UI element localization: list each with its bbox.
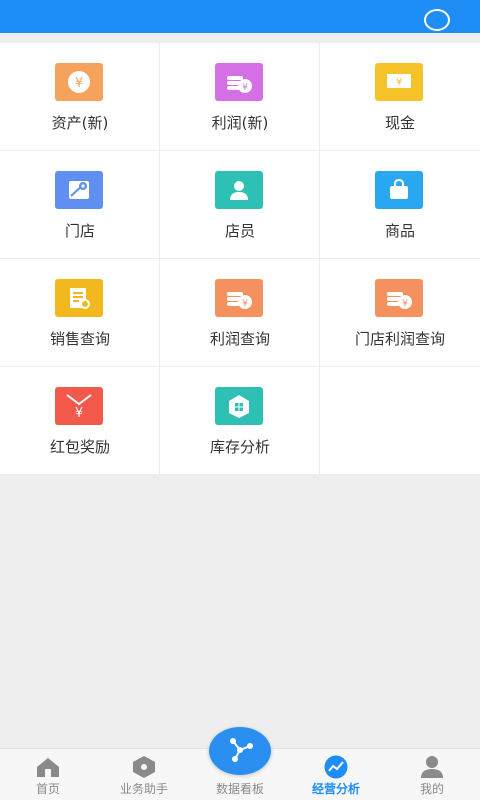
grid-item-label: 销售查询 bbox=[49, 330, 110, 348]
grid-item-label: 现金 bbox=[384, 114, 415, 132]
map-pin-icon bbox=[55, 171, 103, 209]
coin-stack-icon: ¥ bbox=[215, 63, 263, 101]
grid-item-label: 资产(新) bbox=[51, 114, 109, 132]
grid-item-stores[interactable]: 门店 bbox=[0, 151, 160, 259]
coin-stack-icon: ¥ bbox=[215, 279, 263, 317]
grid-item-label: 库存分析 bbox=[209, 438, 270, 456]
grid-item-label: 利润查询 bbox=[209, 330, 270, 348]
svg-text:¥: ¥ bbox=[396, 77, 402, 88]
chart-line-icon bbox=[322, 755, 350, 779]
grid-item-assets[interactable]: ¥ 资产(新) bbox=[0, 43, 160, 151]
grid-item-cash[interactable]: ¥ 现金 bbox=[320, 43, 480, 151]
document-search-icon bbox=[55, 279, 103, 317]
tab-label: 数据看板 bbox=[215, 782, 264, 796]
grid-item-goods[interactable]: 商品 bbox=[320, 151, 480, 259]
coin-stack-icon: ¥ bbox=[375, 279, 423, 317]
banknote-icon: ¥ bbox=[375, 63, 423, 101]
grid-item-profit-query[interactable]: ¥ 利润查询 bbox=[160, 259, 320, 367]
grid-empty-cell bbox=[320, 367, 480, 475]
grid-item-red-envelope[interactable]: ¥ 红包奖励 bbox=[0, 367, 160, 475]
grid-item-inventory-analysis[interactable]: 库存分析 bbox=[160, 367, 320, 475]
svg-text:¥: ¥ bbox=[242, 83, 248, 93]
tab-label: 首页 bbox=[35, 782, 60, 796]
bottom-tab-bar: 首页 业务助手 数据看板 经营分析 我的 bbox=[0, 727, 480, 800]
tab-business-assistant[interactable]: 业务助手 bbox=[96, 749, 192, 800]
tab-label: 我的 bbox=[419, 782, 444, 796]
share-network-icon bbox=[223, 734, 257, 768]
tab-business-analysis[interactable]: 经营分析 bbox=[288, 749, 384, 800]
tab-mine[interactable]: 我的 bbox=[384, 749, 480, 800]
money-coin-icon: ¥ bbox=[55, 63, 103, 101]
svg-text:¥: ¥ bbox=[242, 299, 248, 309]
red-envelope-icon: ¥ bbox=[55, 387, 103, 425]
svg-text:¥: ¥ bbox=[75, 76, 83, 91]
tab-label: 业务助手 bbox=[119, 782, 168, 796]
data-dashboard-center-button[interactable] bbox=[209, 727, 271, 775]
grid-item-label: 红包奖励 bbox=[49, 438, 110, 456]
tab-home[interactable]: 首页 bbox=[0, 749, 96, 800]
grid-item-label: 门店利润查询 bbox=[354, 330, 445, 348]
home-icon bbox=[34, 755, 62, 779]
person-icon bbox=[215, 171, 263, 209]
grid-item-label: 店员 bbox=[224, 222, 255, 240]
grid-item-label: 商品 bbox=[384, 222, 415, 240]
circle-icon[interactable] bbox=[424, 9, 450, 31]
top-header-bar bbox=[0, 0, 480, 33]
svg-text:¥: ¥ bbox=[402, 299, 408, 309]
svg-text:¥: ¥ bbox=[75, 406, 83, 421]
shopping-bag-icon bbox=[375, 171, 423, 209]
user-icon bbox=[418, 755, 446, 779]
tag-icon bbox=[130, 755, 158, 779]
function-grid: ¥ 资产(新) ¥ 利润(新) ¥ 现金 门店 店员 商品 销售查询 ¥ 利润查… bbox=[0, 43, 480, 475]
grid-item-label: 门店 bbox=[64, 222, 95, 240]
grid-item-store-profit-query[interactable]: ¥ 门店利润查询 bbox=[320, 259, 480, 367]
warehouse-icon bbox=[215, 387, 263, 425]
grid-item-staff[interactable]: 店员 bbox=[160, 151, 320, 259]
grid-item-label: 利润(新) bbox=[211, 114, 269, 132]
grid-item-profit[interactable]: ¥ 利润(新) bbox=[160, 43, 320, 151]
tab-label: 经营分析 bbox=[311, 782, 360, 796]
grid-item-sales-query[interactable]: 销售查询 bbox=[0, 259, 160, 367]
